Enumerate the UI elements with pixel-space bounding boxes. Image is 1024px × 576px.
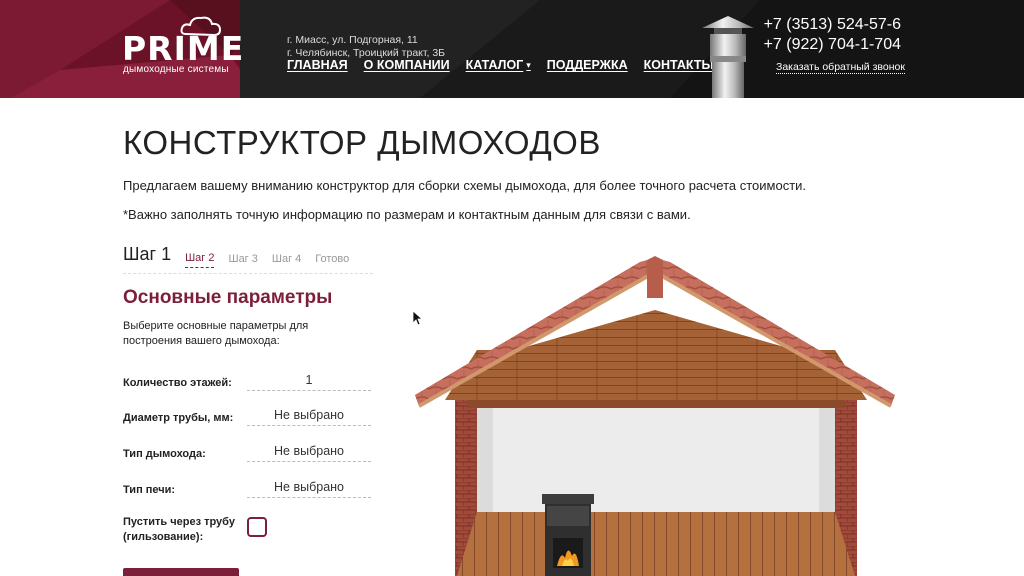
diameter-select[interactable]: Не выбрано — [247, 408, 371, 426]
field-stove-type: Тип печи: Не выбрано — [123, 480, 373, 500]
address-miass: г. Миасс, ул. Подгорная, 11 — [287, 34, 418, 46]
chimney-pipe-image — [702, 16, 754, 98]
floors-select[interactable]: 1 — [247, 373, 371, 391]
stove-type-select[interactable]: Не выбрано — [247, 480, 371, 498]
nav-support[interactable]: ПОДДЕРЖКА — [547, 58, 628, 72]
field-sleeve-label: Пустить через трубу (гильзование): — [123, 516, 235, 543]
field-chimney-type-label: Тип дымохода: — [123, 448, 206, 460]
tab-step-4[interactable]: Шаг 4 — [272, 253, 301, 273]
section-description: Выберите основные параметры для построен… — [123, 320, 309, 347]
page-title: КОНСТРУКТОР ДЫМОХОДОВ — [123, 124, 601, 161]
tab-done[interactable]: Готово — [315, 253, 349, 273]
chimney-type-select[interactable]: Не выбрано — [247, 444, 371, 462]
tab-step-1[interactable]: Шаг 1 — [123, 244, 171, 273]
step-tabs: Шаг 1 Шаг 2 Шаг 3 Шаг 4 Готово — [123, 244, 373, 274]
field-sleeve: Пустить через трубу (гильзование): — [123, 515, 373, 545]
field-chimney-type: Тип дымохода: Не выбрано — [123, 444, 373, 464]
callback-link[interactable]: Заказать обратный звонок — [776, 61, 905, 74]
field-stove-type-label: Тип печи: — [123, 484, 176, 496]
nav-home[interactable]: ГЛАВНАЯ — [287, 58, 348, 72]
note-text: *Важно заполнять точную информацию по ра… — [123, 207, 691, 222]
intro-text: Предлагаем вашему вниманию конструктор д… — [123, 178, 807, 193]
section-title: Основные параметры — [123, 287, 333, 308]
nav-catalog[interactable]: КАТАЛОГ ▾ — [466, 58, 531, 72]
phone-mobile[interactable]: +7 (922) 704-1-704 — [764, 36, 901, 54]
field-diameter-label: Диаметр трубы, мм: — [123, 412, 234, 424]
phone-miass[interactable]: +7 (3513) 524-57-6 — [764, 16, 901, 34]
field-diameter: Диаметр трубы, мм: Не выбрано — [123, 408, 373, 428]
chevron-down-icon: ▾ — [526, 59, 531, 70]
tab-step-3[interactable]: Шаг 3 — [228, 253, 257, 273]
logo-wordmark: PRIME — [122, 29, 245, 68]
house-constructor-illustration — [415, 256, 895, 576]
logo-subtitle: дымоходные системы — [123, 64, 229, 75]
sleeve-checkbox[interactable] — [247, 517, 267, 537]
site-header: PRIME дымоходные системы г. Миасс, ул. П… — [0, 0, 1024, 98]
field-floors: Количество этажей: 1 — [123, 373, 373, 393]
nav-catalog-label: КАТАЛОГ — [465, 58, 524, 72]
field-floors-label: Количество этажей: — [123, 377, 232, 389]
main-nav: ГЛАВНАЯ О КОМПАНИИ КАТАЛОГ ▾ ПОДДЕРЖКА КО… — [287, 58, 730, 72]
nav-about[interactable]: О КОМПАНИИ — [364, 58, 450, 72]
tab-step-2[interactable]: Шаг 2 — [185, 252, 215, 268]
next-step-button[interactable] — [123, 568, 239, 576]
